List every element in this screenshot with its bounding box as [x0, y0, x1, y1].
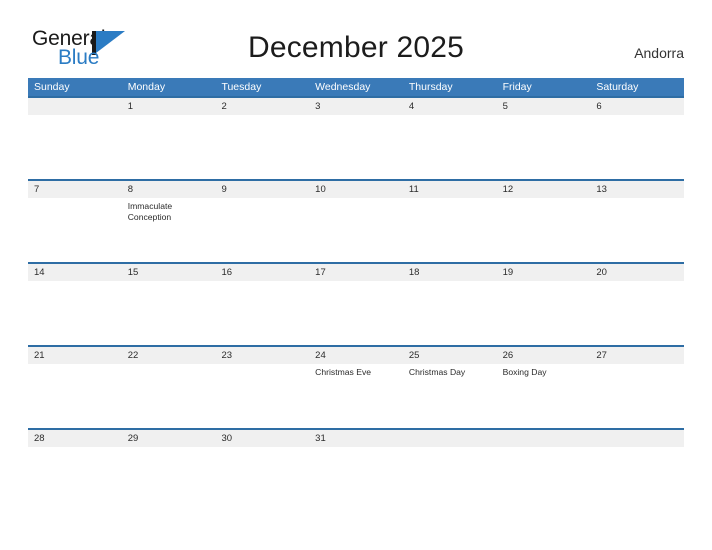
week-date-numbers: 7 8 9 10 11 12 13	[28, 181, 684, 198]
day-event	[122, 115, 216, 179]
dow-sunday: Sunday	[34, 81, 70, 93]
date-number[interactable]: 24	[309, 347, 403, 364]
date-number[interactable]	[403, 430, 497, 447]
date-number[interactable]: 26	[497, 347, 591, 364]
date-number[interactable]: 13	[590, 181, 684, 198]
dow-monday: Monday	[127, 81, 166, 93]
date-number[interactable]: 19	[497, 264, 591, 281]
day-event	[590, 364, 684, 428]
dow-tuesday: Tuesday	[221, 81, 262, 93]
day-event	[215, 115, 309, 179]
day-event	[215, 447, 309, 511]
day-event	[28, 447, 122, 511]
date-number[interactable]: 11	[403, 181, 497, 198]
date-number[interactable]: 16	[215, 264, 309, 281]
date-number[interactable]: 20	[590, 264, 684, 281]
day-event	[28, 281, 122, 345]
date-number[interactable]: 18	[403, 264, 497, 281]
day-event	[28, 115, 122, 179]
day-event	[309, 447, 403, 511]
day-event: Boxing Day	[502, 367, 547, 377]
date-number[interactable]: 14	[28, 264, 122, 281]
date-number[interactable]: 10	[309, 181, 403, 198]
week-date-numbers: 14 15 16 17 18 19 20	[28, 264, 684, 281]
dow-wednesday: Wednesday	[315, 81, 371, 93]
week-events: Christmas Eve Christmas Day Boxing Day	[28, 364, 684, 428]
day-event: Christmas Eve	[315, 367, 372, 377]
date-number[interactable]: 7	[28, 181, 122, 198]
day-event	[403, 447, 497, 511]
day-event	[309, 115, 403, 179]
day-event	[309, 198, 403, 262]
week-row: 1 2 3 4 5 6	[28, 96, 684, 179]
day-event	[497, 198, 591, 262]
date-number[interactable]: 28	[28, 430, 122, 447]
dow-thursday: Thursday	[408, 81, 453, 93]
day-event: Immaculate Conception	[127, 201, 173, 222]
date-number[interactable]	[497, 430, 591, 447]
week-row: 28 29 30 31	[28, 428, 684, 511]
day-event	[28, 364, 122, 428]
date-number[interactable]: 15	[122, 264, 216, 281]
date-number[interactable]: 31	[309, 430, 403, 447]
day-event	[122, 281, 216, 345]
day-event	[215, 281, 309, 345]
date-number[interactable]: 25	[403, 347, 497, 364]
week-date-numbers: 21 22 23 24 25 26 27	[28, 347, 684, 364]
day-event	[590, 198, 684, 262]
dow-friday: Friday	[502, 81, 532, 93]
day-event	[590, 447, 684, 511]
day-event	[309, 281, 403, 345]
page-title: December 2025	[247, 31, 465, 64]
day-event	[590, 115, 684, 179]
day-event	[403, 198, 497, 262]
week-date-numbers: 1 2 3 4 5 6	[28, 98, 684, 115]
date-number[interactable]: 12	[497, 181, 591, 198]
date-number[interactable]: 9	[215, 181, 309, 198]
country-label: Andorra	[634, 45, 684, 61]
day-event	[28, 198, 122, 262]
date-number[interactable]: 30	[215, 430, 309, 447]
date-number[interactable]	[28, 98, 122, 115]
date-number[interactable]: 3	[309, 98, 403, 115]
date-number[interactable]: 1	[122, 98, 216, 115]
date-number[interactable]: 4	[403, 98, 497, 115]
date-number[interactable]: 8	[122, 181, 216, 198]
date-number[interactable]: 5	[497, 98, 591, 115]
date-number[interactable]: 21	[28, 347, 122, 364]
week-events	[28, 281, 684, 345]
week-events	[28, 115, 684, 179]
date-number[interactable]: 27	[590, 347, 684, 364]
day-event	[497, 115, 591, 179]
date-number[interactable]: 2	[215, 98, 309, 115]
day-event	[590, 281, 684, 345]
day-event	[403, 115, 497, 179]
day-of-week-header: Sunday Monday Tuesday Wednesday Thursday…	[28, 78, 684, 96]
date-number[interactable]: 6	[590, 98, 684, 115]
week-date-numbers: 28 29 30 31	[28, 430, 684, 447]
date-number[interactable]	[590, 430, 684, 447]
calendar-grid: Sunday Monday Tuesday Wednesday Thursday…	[28, 78, 684, 511]
day-event	[215, 364, 309, 428]
date-number[interactable]: 29	[122, 430, 216, 447]
day-event	[122, 447, 216, 511]
day-event	[497, 281, 591, 345]
day-event	[403, 281, 497, 345]
day-event	[497, 447, 591, 511]
day-event: Christmas Day	[408, 367, 466, 377]
week-row: 7 8 9 10 11 12 13 Immaculate Conception	[28, 179, 684, 262]
date-number[interactable]: 22	[122, 347, 216, 364]
page-header: General Blue December 2025 Andorra	[0, 0, 712, 78]
week-events	[28, 447, 684, 511]
day-event	[122, 364, 216, 428]
week-events: Immaculate Conception	[28, 198, 684, 262]
date-number[interactable]: 23	[215, 347, 309, 364]
week-row: 21 22 23 24 25 26 27 Christmas Eve Chris…	[28, 345, 684, 428]
dow-saturday: Saturday	[596, 81, 639, 93]
day-event	[215, 198, 309, 262]
week-row: 14 15 16 17 18 19 20	[28, 262, 684, 345]
date-number[interactable]: 17	[309, 264, 403, 281]
calendar-page: General Blue December 2025 Andorra Sunda…	[0, 0, 712, 550]
